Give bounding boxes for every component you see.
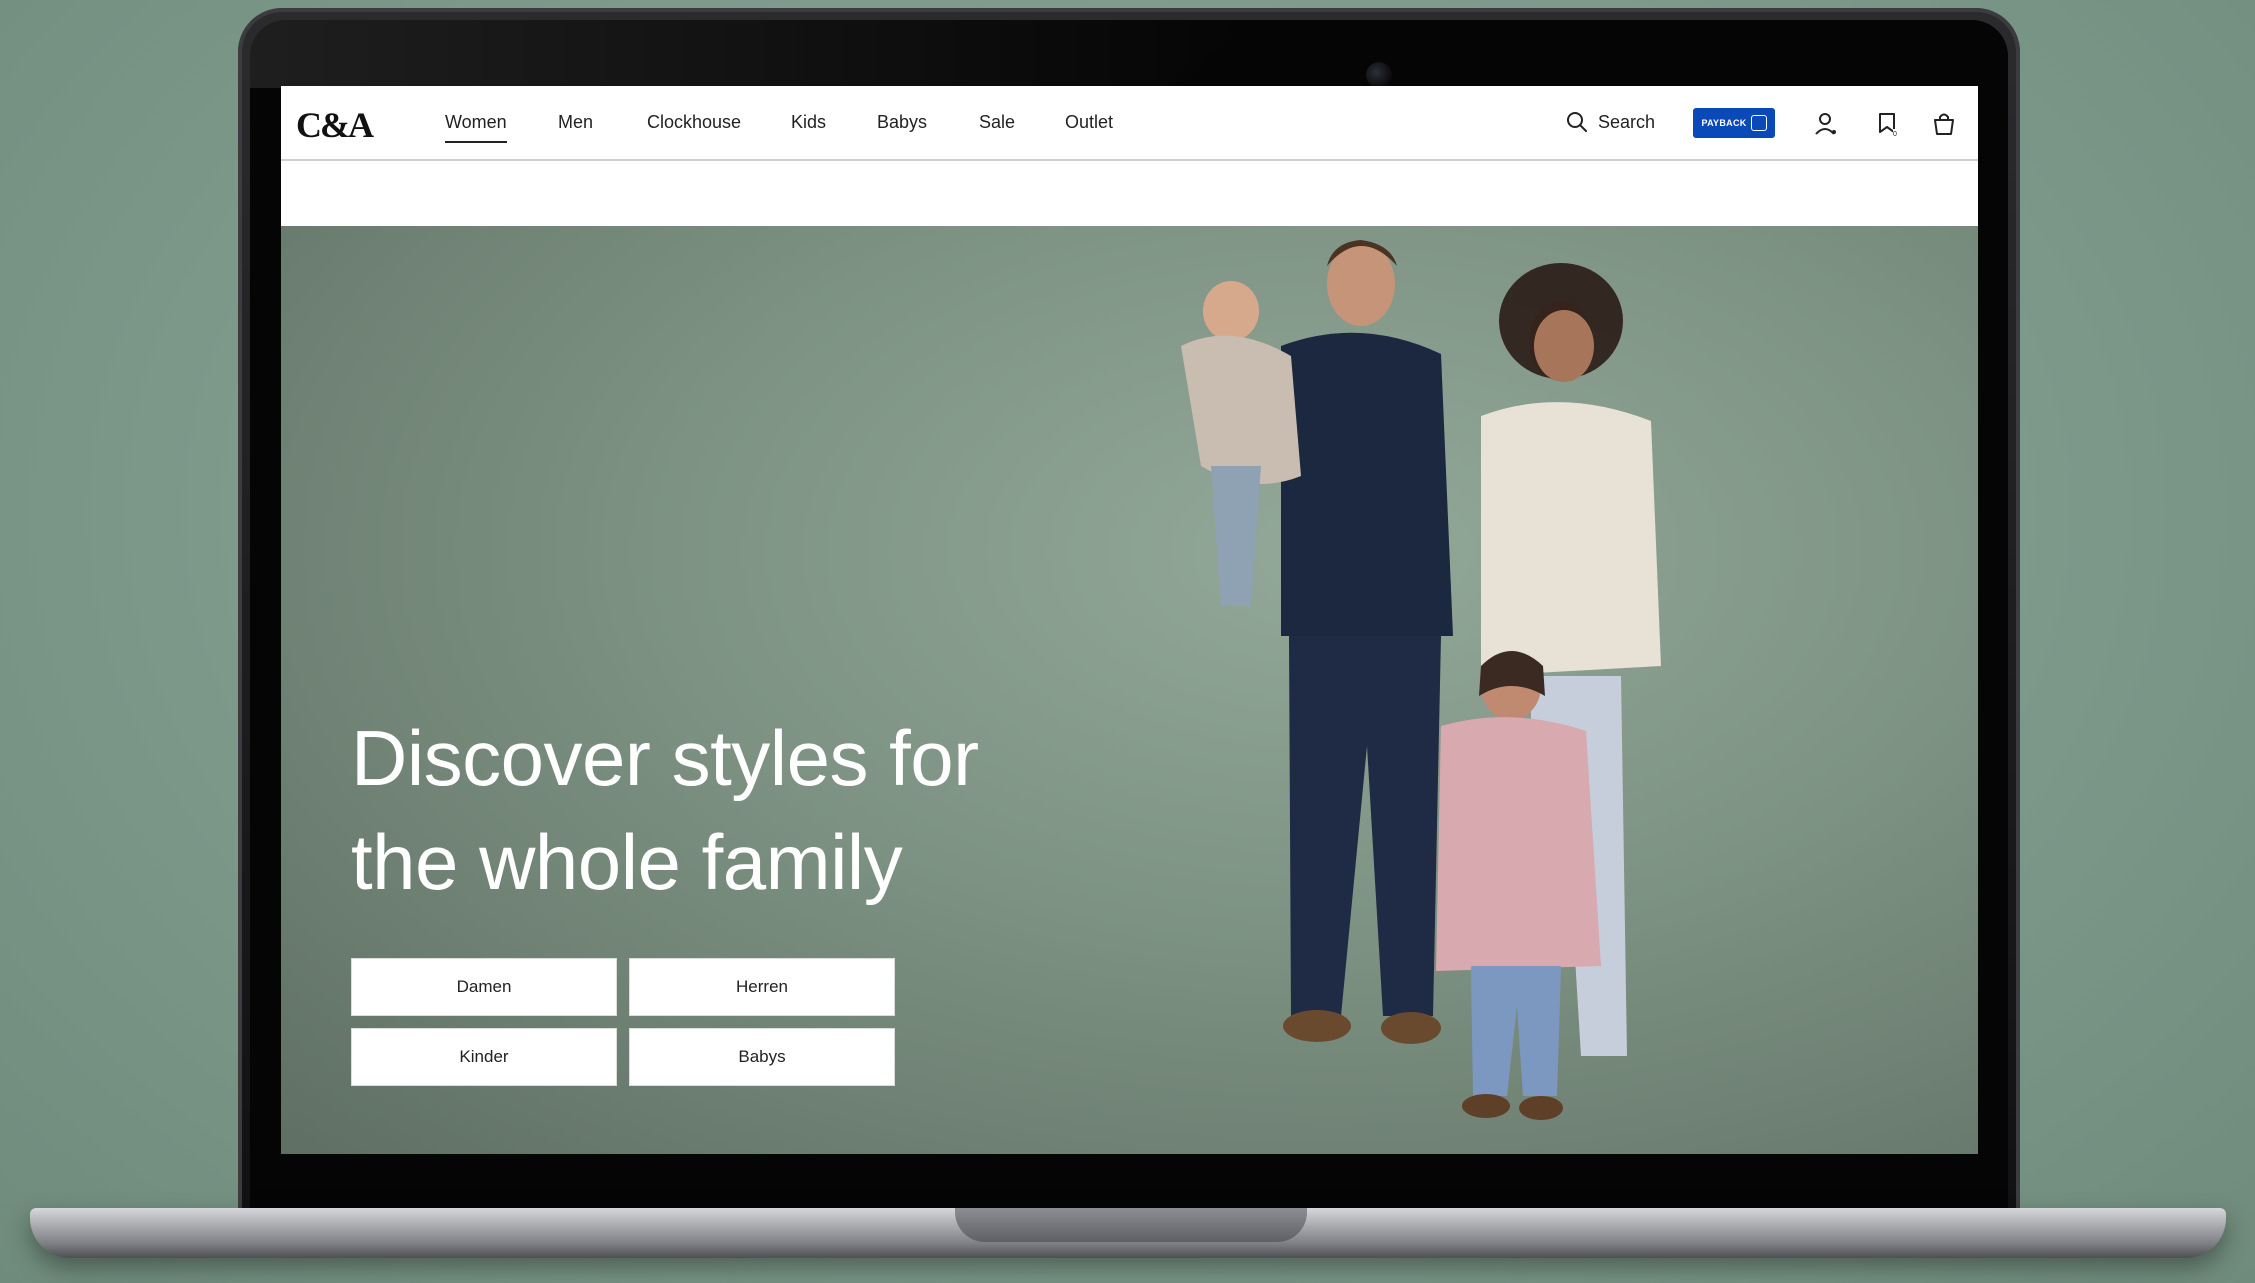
kinder-button[interactable]: Kinder	[351, 1028, 617, 1086]
babys-button[interactable]: Babys	[629, 1028, 895, 1086]
browser-screen: C&A Women Men Clockhouse Kids Babys Sale…	[281, 86, 1978, 1154]
search-label: Search	[1598, 111, 1656, 132]
payback-badge[interactable]: PAYBACK	[1693, 108, 1775, 138]
brand-logo[interactable]: C&A	[296, 104, 374, 146]
nav-item-men[interactable]: Men	[558, 112, 593, 133]
headline-line-2: the whole family	[351, 818, 903, 906]
nav-item-outlet[interactable]: Outlet	[1065, 112, 1113, 133]
nav-item-kids[interactable]: Kids	[791, 112, 826, 133]
wishlist-icon[interactable]: 0	[1874, 110, 1902, 138]
payback-card-icon	[1750, 115, 1767, 131]
search-button[interactable]: Search	[1566, 111, 1655, 133]
nav-item-babys[interactable]: Babys	[877, 112, 927, 133]
headline-line-1: Discover styles for	[351, 714, 979, 802]
nav-item-women[interactable]: Women	[445, 112, 507, 143]
herren-button[interactable]: Herren	[629, 958, 895, 1016]
payback-label: PAYBACK	[1701, 118, 1747, 128]
hero-banner: Discover styles for the whole family Dam…	[281, 226, 1978, 1154]
promo-bar	[281, 161, 1978, 226]
top-navigation: C&A Women Men Clockhouse Kids Babys Sale…	[281, 86, 1978, 161]
svg-text:0: 0	[1893, 131, 1897, 138]
nav-item-sale[interactable]: Sale	[979, 112, 1015, 133]
camera-icon	[1366, 62, 1392, 88]
family-photo	[1181, 240, 1661, 1120]
shopping-bag-icon[interactable]	[1930, 110, 1958, 138]
nav-item-clockhouse[interactable]: Clockhouse	[647, 112, 741, 133]
bezel-glare	[250, 20, 1250, 88]
laptop-notch	[955, 1208, 1307, 1242]
damen-button[interactable]: Damen	[351, 958, 617, 1016]
user-icon[interactable]	[1812, 110, 1840, 138]
hero-headline: Discover styles for the whole family	[351, 706, 1071, 914]
search-icon	[1567, 112, 1587, 132]
